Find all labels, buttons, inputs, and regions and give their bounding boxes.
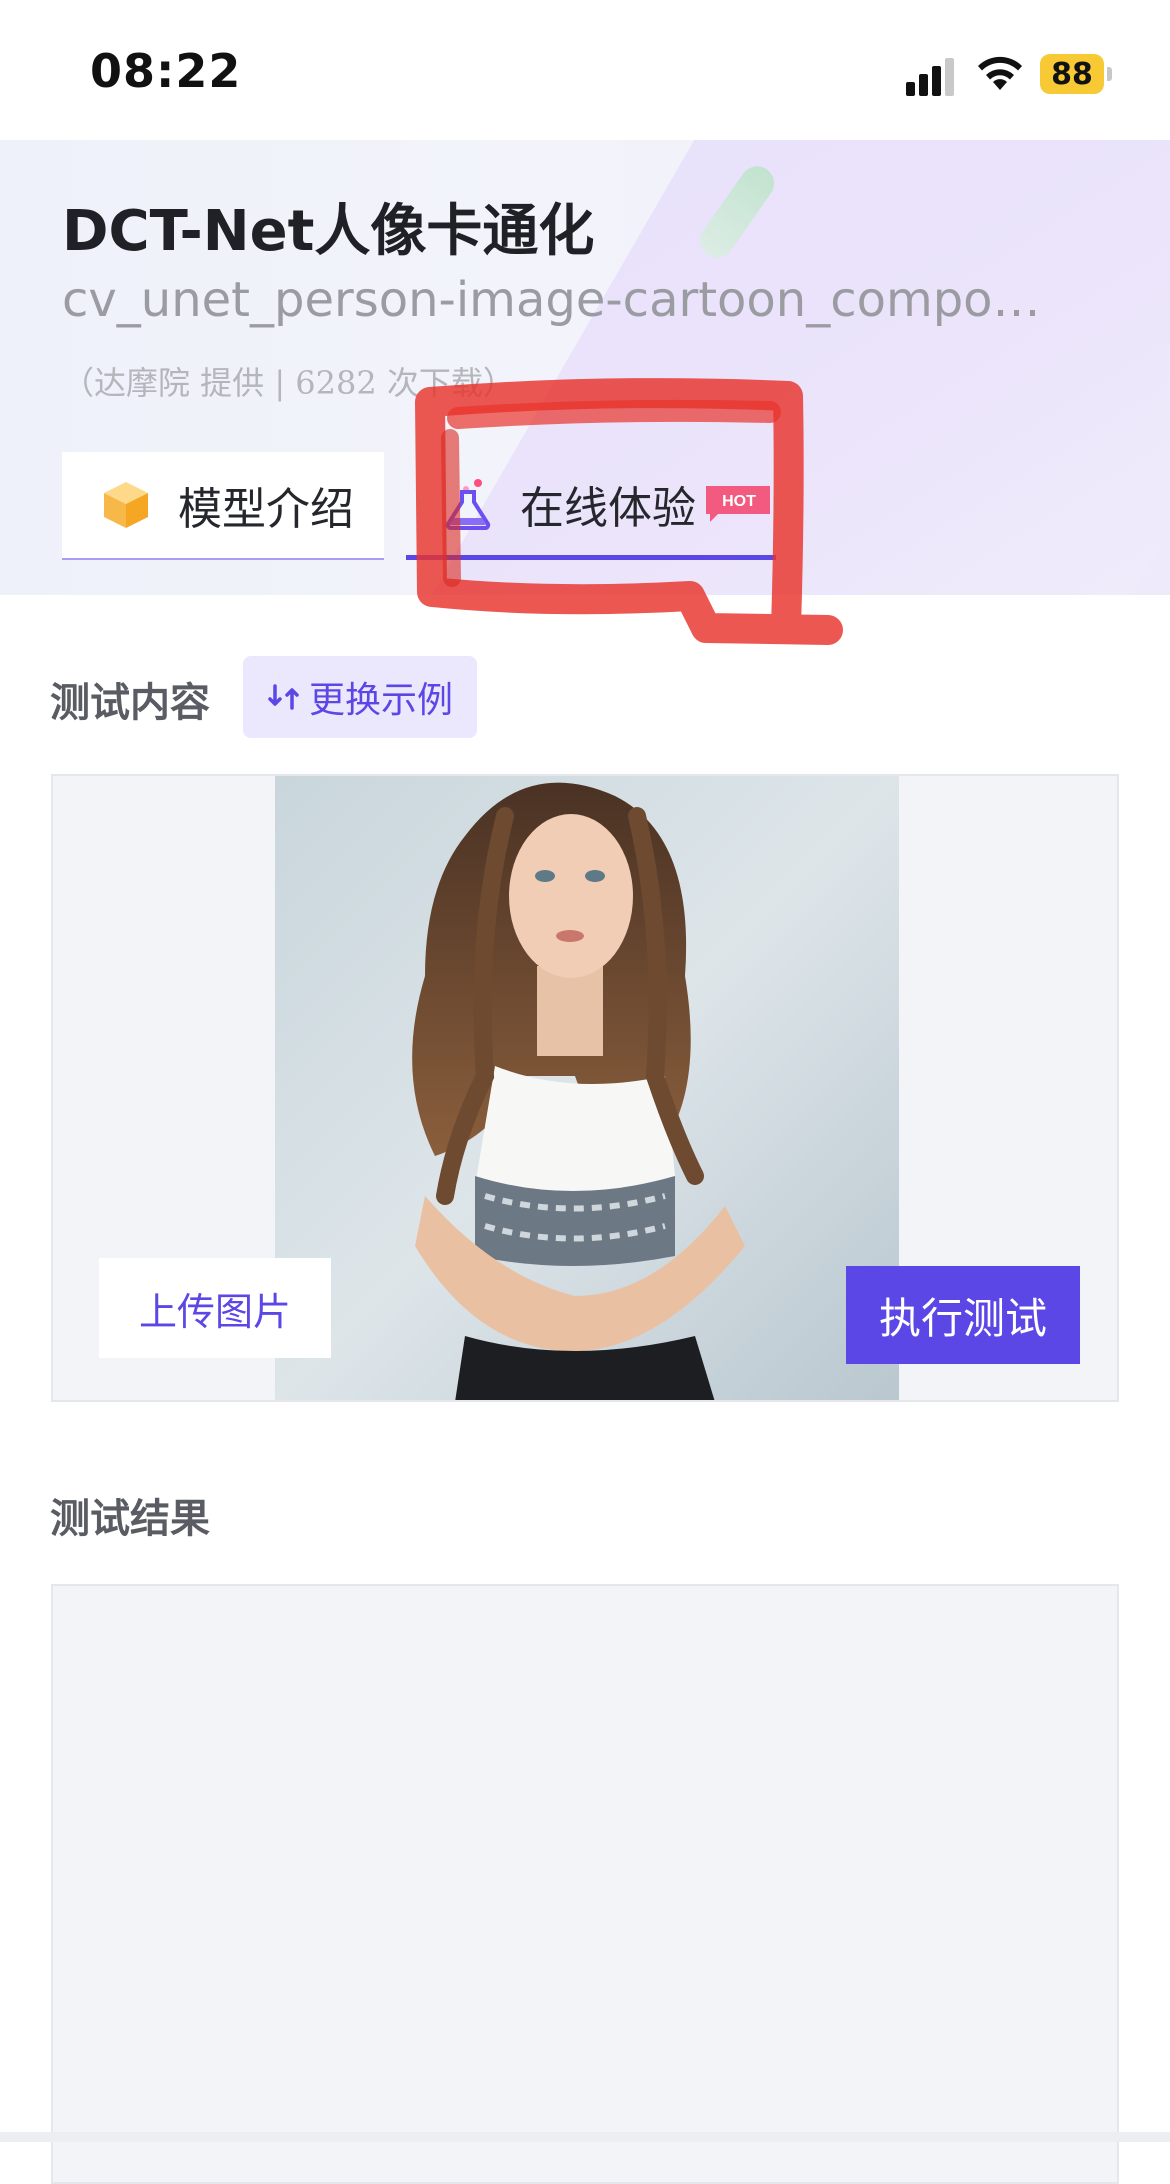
model-id: cv_unet_person-image-cartoon_compound-mo…: [62, 272, 1062, 328]
wifi-icon: [978, 56, 1022, 90]
tab-label: 模型介绍: [178, 484, 354, 535]
swap-example-button[interactable]: 更换示例: [243, 656, 477, 738]
cellular-signal-icon: [906, 58, 954, 96]
test-result-panel: [51, 1584, 1119, 2184]
cube-icon: [104, 482, 148, 528]
swap-example-label: 更换示例: [308, 680, 453, 721]
run-test-button[interactable]: 执行测试: [846, 1266, 1080, 1364]
model-meta: （达摩院 提供 | 6282 次下载）: [62, 364, 515, 402]
test-content-title: 测试内容: [50, 680, 210, 726]
hot-badge: HOT: [706, 485, 770, 522]
test-result-title: 测试结果: [50, 1496, 210, 1542]
tab-model-intro[interactable]: 模型介绍: [62, 452, 384, 560]
tab-label: 在线体验: [520, 482, 696, 534]
battery-tip: [1107, 67, 1112, 81]
bottom-edge: [0, 2132, 1170, 2142]
status-bar: 08:22 88: [0, 0, 1170, 140]
test-input-panel: 上传图片 执行测试: [51, 774, 1119, 1402]
battery-icon: 88: [1040, 54, 1112, 94]
status-time: 08:22: [90, 44, 242, 98]
hot-badge-text: HOT: [722, 493, 756, 510]
swap-arrows-icon: [268, 684, 299, 710]
sample-portrait-image: [275, 776, 899, 1400]
battery-level: 88: [1040, 54, 1104, 94]
upload-image-button[interactable]: 上传图片: [99, 1258, 331, 1358]
tab-online-experience[interactable]: 在线体验 HOT: [406, 452, 776, 560]
flask-icon: [445, 478, 491, 530]
model-title: DCT-Net人像卡通化: [62, 199, 595, 264]
